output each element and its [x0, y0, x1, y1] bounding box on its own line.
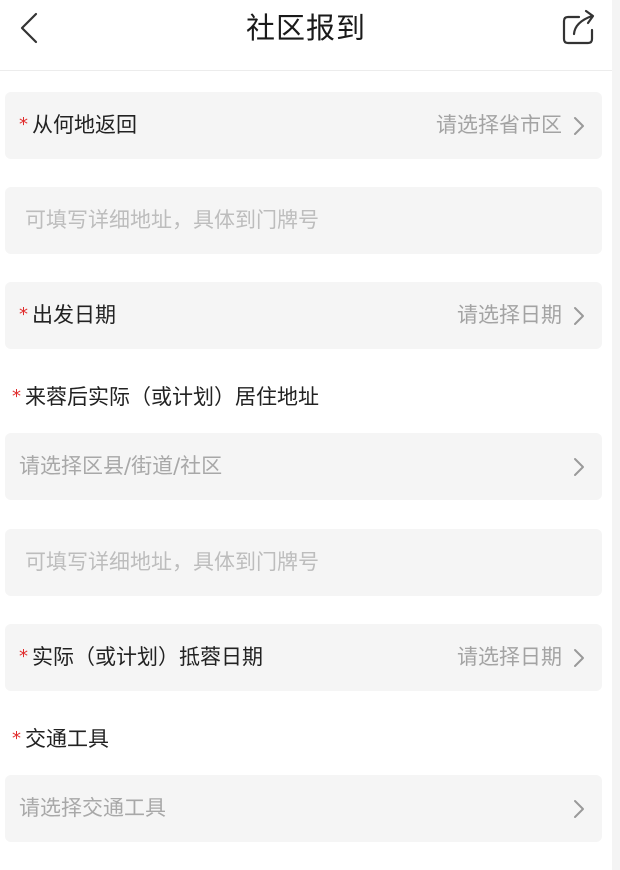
chevron-right-icon: [574, 117, 584, 135]
arrival-date-label-text: 实际（或计划）抵蓉日期: [32, 645, 263, 669]
residence-detail-field[interactable]: 可填写详细地址，具体到门牌号: [5, 529, 602, 596]
departure-date-field[interactable]: * 出发日期 请选择日期: [5, 282, 602, 349]
departure-date-label: * 出发日期: [19, 282, 116, 350]
chevron-right-icon: [574, 800, 584, 818]
arrival-date-field[interactable]: * 实际（或计划）抵蓉日期 请选择日期: [5, 624, 602, 691]
required-mark: *: [19, 114, 28, 135]
right-edge-strip: [612, 0, 620, 870]
transport-field[interactable]: 请选择交通工具: [5, 775, 602, 842]
chevron-right-icon: [574, 458, 584, 476]
residence-section-label: * 来蓉后实际（或计划）居住地址: [12, 382, 319, 414]
residence-area-field[interactable]: 请选择区县/街道/社区: [5, 433, 602, 500]
origin-value: 请选择省市区: [436, 113, 562, 137]
origin-label: * 从何地返回: [19, 92, 137, 160]
origin-detail-field[interactable]: 可填写详细地址，具体到门牌号: [5, 187, 602, 254]
arrival-date-label: * 实际（或计划）抵蓉日期: [19, 624, 263, 692]
arrival-date-value: 请选择日期: [457, 645, 562, 669]
transport-value: 请选择交通工具: [19, 796, 166, 820]
transport-section-label: * 交通工具: [12, 724, 109, 756]
residence-section-label-text: 来蓉后实际（或计划）居住地址: [25, 385, 319, 409]
nav-header: 社区报到: [0, 0, 612, 71]
share-button[interactable]: [560, 8, 598, 46]
page-title: 社区报到: [245, 11, 366, 45]
share-icon: [562, 9, 595, 45]
required-mark: *: [19, 646, 28, 667]
departure-date-value: 请选择日期: [457, 303, 562, 327]
origin-label-text: 从何地返回: [32, 113, 137, 137]
chevron-right-icon: [574, 649, 584, 667]
origin-detail-input[interactable]: 可填写详细地址，具体到门牌号: [25, 187, 319, 254]
residence-detail-input[interactable]: 可填写详细地址，具体到门牌号: [25, 529, 319, 596]
required-mark: *: [12, 386, 21, 407]
residence-area-value: 请选择区县/街道/社区: [19, 454, 223, 478]
required-mark: *: [12, 728, 21, 749]
origin-field[interactable]: * 从何地返回 请选择省市区: [5, 92, 602, 159]
departure-date-label-text: 出发日期: [32, 303, 116, 327]
chevron-right-icon: [574, 307, 584, 325]
required-mark: *: [19, 304, 28, 325]
transport-section-label-text: 交通工具: [25, 727, 109, 751]
